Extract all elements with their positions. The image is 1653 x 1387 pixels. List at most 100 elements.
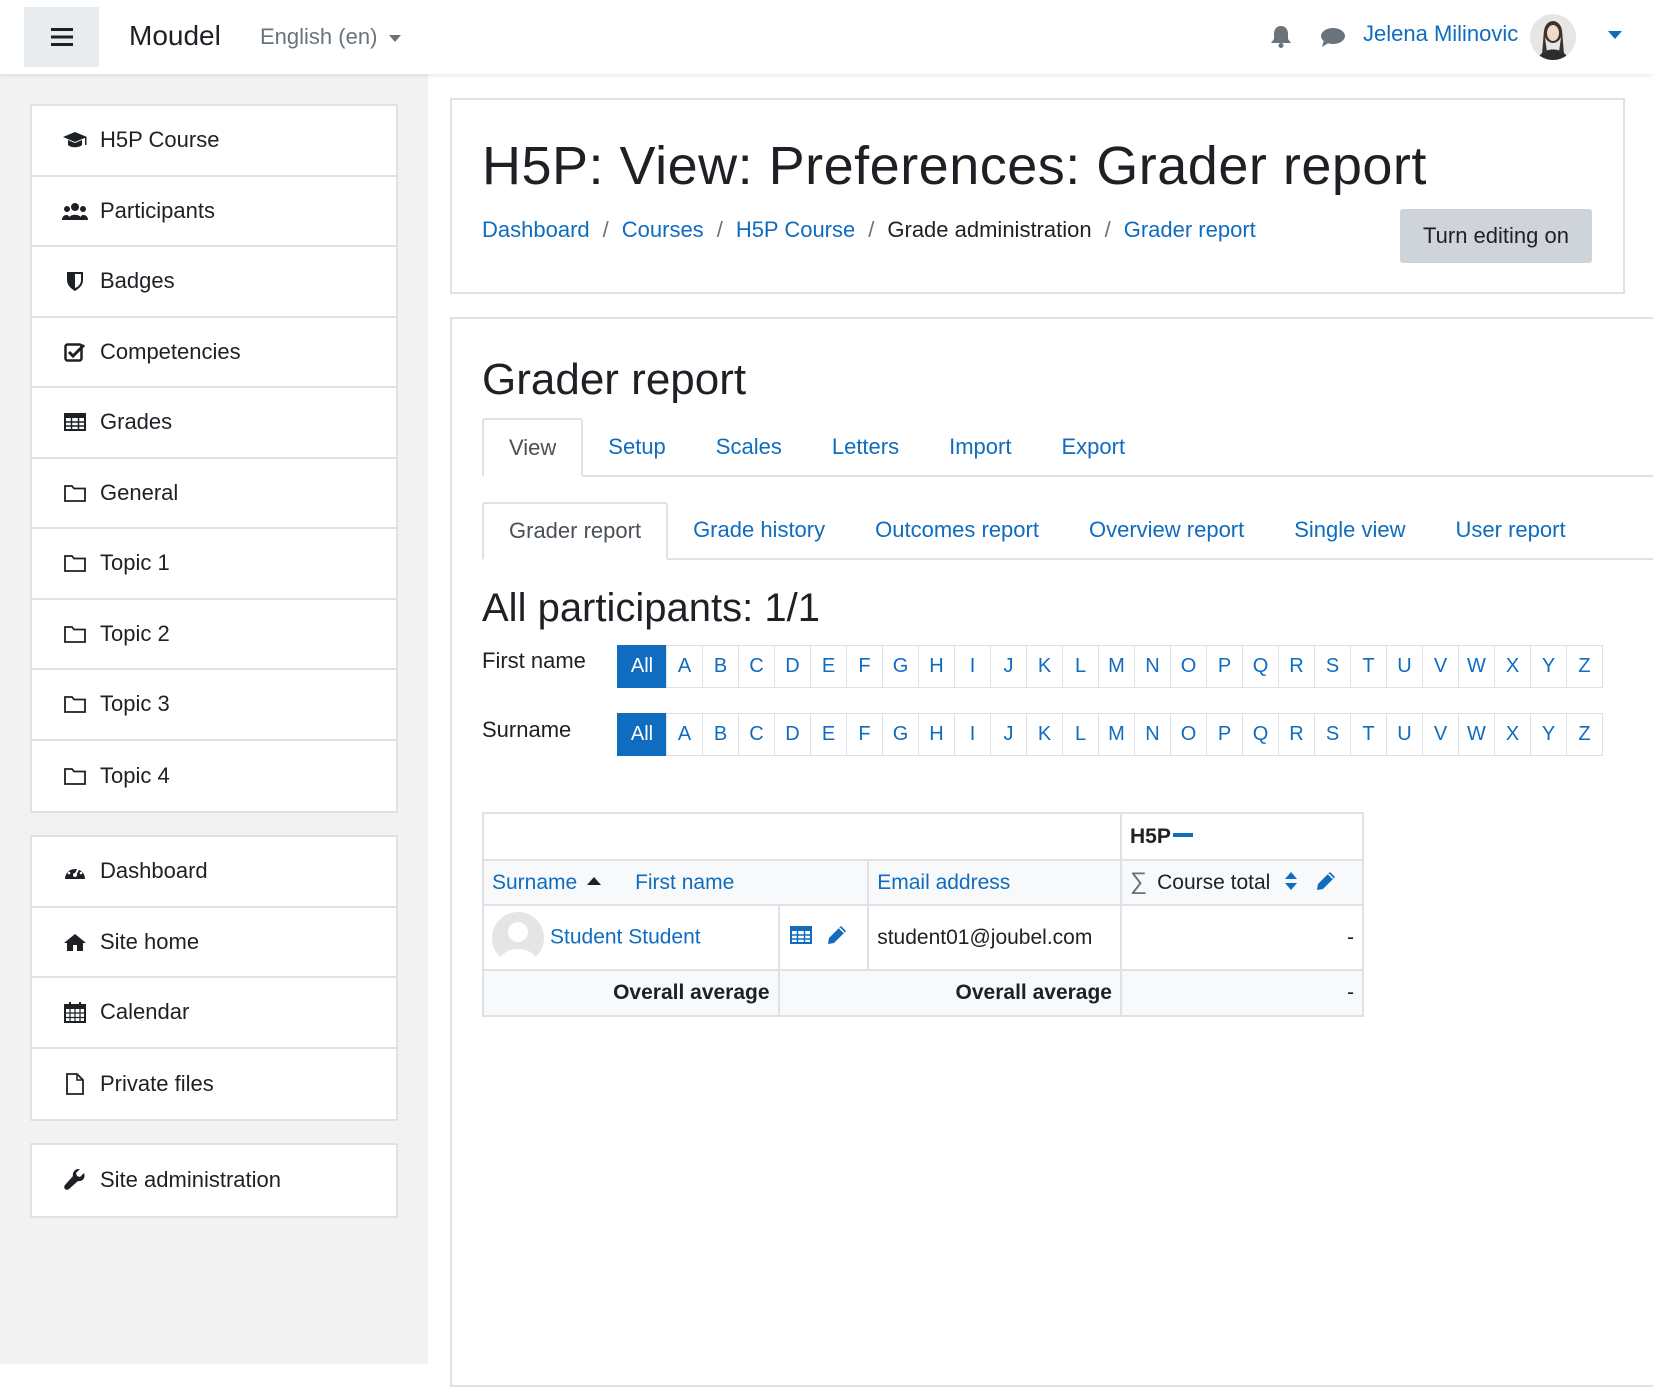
initial-m-button[interactable]: M [1098, 713, 1135, 756]
initial-z-button[interactable]: Z [1566, 713, 1603, 756]
edit-pencil-icon[interactable] [1316, 871, 1336, 897]
tab-view[interactable]: View [482, 418, 584, 477]
initial-w-button[interactable]: W [1458, 713, 1495, 756]
subtab-grader-report[interactable]: Grader report [482, 502, 669, 560]
subtab-single-view[interactable]: Single view [1269, 502, 1430, 558]
initial-y-button[interactable]: Y [1530, 645, 1567, 688]
initial-j-button[interactable]: J [990, 645, 1027, 688]
sort-icon[interactable] [1284, 871, 1298, 897]
user-avatar[interactable] [1530, 14, 1576, 60]
breadcrumb-dashboard[interactable]: Dashboard [482, 217, 590, 243]
initial-f-button[interactable]: F [846, 645, 883, 688]
initial-s-button[interactable]: S [1314, 713, 1351, 756]
initial-a-button[interactable]: A [666, 713, 703, 756]
breadcrumb-grader-report[interactable]: Grader report [1124, 217, 1256, 243]
language-menu[interactable]: English (en) [260, 24, 402, 50]
initial-r-button[interactable]: R [1278, 645, 1315, 688]
turn-editing-on-button[interactable]: Turn editing on [1400, 209, 1592, 263]
nav-item-participants[interactable]: Participants [32, 177, 396, 247]
initial-r-button[interactable]: R [1278, 713, 1315, 756]
site-brand[interactable]: Moudel [129, 20, 221, 52]
student-course-total-cell[interactable]: - [1120, 904, 1364, 971]
initial-h-button[interactable]: H [918, 713, 955, 756]
initial-u-button[interactable]: U [1386, 713, 1423, 756]
initial-e-button[interactable]: E [810, 713, 847, 756]
sort-email-link[interactable]: Email address [877, 871, 1010, 894]
initial-o-button[interactable]: O [1170, 713, 1207, 756]
initial-l-button[interactable]: L [1062, 713, 1099, 756]
nav-item-topic-1[interactable]: Topic 1 [32, 529, 396, 600]
grade-table-icon[interactable] [789, 925, 812, 950]
nav-item-site-administration[interactable]: Site administration [32, 1145, 396, 1216]
initial-z-button[interactable]: Z [1566, 645, 1603, 688]
initial-g-button[interactable]: G [882, 645, 919, 688]
nav-item-badges[interactable]: Badges [32, 247, 396, 318]
initial-w-button[interactable]: W [1458, 645, 1495, 688]
initial-y-button[interactable]: Y [1530, 713, 1567, 756]
initial-i-button[interactable]: I [954, 713, 991, 756]
tab-export[interactable]: Export [1036, 418, 1150, 475]
nav-item-general[interactable]: General [32, 459, 396, 529]
student-name-link[interactable]: Student Student [550, 925, 701, 948]
initial-n-button[interactable]: N [1134, 645, 1171, 688]
initial-p-button[interactable]: P [1206, 645, 1243, 688]
breadcrumb-h5p-course[interactable]: H5P Course [736, 217, 855, 243]
initial-i-button[interactable]: I [954, 645, 991, 688]
notifications-bell-icon[interactable] [1270, 24, 1292, 53]
nav-item-topic-4[interactable]: Topic 4 [32, 741, 396, 812]
initial-p-button[interactable]: P [1206, 713, 1243, 756]
initial-t-button[interactable]: T [1350, 645, 1387, 688]
initial-h-button[interactable]: H [918, 645, 955, 688]
nav-item-grades[interactable]: Grades [32, 388, 396, 459]
initial-k-button[interactable]: K [1026, 713, 1063, 756]
subtab-user-report[interactable]: User report [1431, 502, 1591, 558]
nav-item-calendar[interactable]: Calendar [32, 978, 396, 1049]
edit-pencil-icon[interactable] [827, 925, 847, 951]
initial-q-button[interactable]: Q [1242, 713, 1279, 756]
initial-all-button[interactable]: All [617, 713, 667, 756]
breadcrumb-courses[interactable]: Courses [622, 217, 704, 243]
initial-c-button[interactable]: C [738, 645, 775, 688]
initial-all-button[interactable]: All [617, 645, 667, 688]
initial-d-button[interactable]: D [774, 645, 811, 688]
subtab-overview-report[interactable]: Overview report [1064, 502, 1269, 558]
messages-chat-icon[interactable] [1320, 26, 1346, 53]
initial-c-button[interactable]: C [738, 713, 775, 756]
tab-import[interactable]: Import [924, 418, 1036, 475]
nav-item-dashboard[interactable]: Dashboard [32, 837, 396, 908]
user-menu-caret-icon[interactable] [1608, 31, 1622, 39]
nav-item-competencies[interactable]: Competencies [32, 318, 396, 388]
initial-v-button[interactable]: V [1422, 713, 1459, 756]
initial-k-button[interactable]: K [1026, 645, 1063, 688]
initial-t-button[interactable]: T [1350, 713, 1387, 756]
initial-x-button[interactable]: X [1494, 713, 1531, 756]
nav-item-topic-3[interactable]: Topic 3 [32, 670, 396, 741]
initial-s-button[interactable]: S [1314, 645, 1351, 688]
nav-item-h5p-course[interactable]: H5P Course [32, 106, 396, 177]
initial-e-button[interactable]: E [810, 645, 847, 688]
initial-b-button[interactable]: B [702, 713, 739, 756]
tab-scales[interactable]: Scales [691, 418, 807, 475]
tab-setup[interactable]: Setup [583, 418, 691, 475]
initial-u-button[interactable]: U [1386, 645, 1423, 688]
initial-n-button[interactable]: N [1134, 713, 1171, 756]
nav-item-private-files[interactable]: Private files [32, 1049, 396, 1120]
drawer-toggle-button[interactable] [24, 7, 99, 67]
sort-firstname-link[interactable]: First name [635, 871, 734, 894]
user-name[interactable]: Jelena Milinovic [1363, 21, 1518, 47]
initial-g-button[interactable]: G [882, 713, 919, 756]
initial-f-button[interactable]: F [846, 713, 883, 756]
initial-j-button[interactable]: J [990, 713, 1027, 756]
initial-a-button[interactable]: A [666, 645, 703, 688]
initial-l-button[interactable]: L [1062, 645, 1099, 688]
initial-o-button[interactable]: O [1170, 645, 1207, 688]
collapse-icon[interactable] [1172, 832, 1193, 837]
sort-surname-link[interactable]: Surname [492, 871, 577, 894]
initial-b-button[interactable]: B [702, 645, 739, 688]
initial-m-button[interactable]: M [1098, 645, 1135, 688]
subtab-grade-history[interactable]: Grade history [668, 502, 850, 558]
nav-item-topic-2[interactable]: Topic 2 [32, 600, 396, 670]
nav-item-site-home[interactable]: Site home [32, 908, 396, 978]
initial-v-button[interactable]: V [1422, 645, 1459, 688]
subtab-outcomes-report[interactable]: Outcomes report [850, 502, 1064, 558]
